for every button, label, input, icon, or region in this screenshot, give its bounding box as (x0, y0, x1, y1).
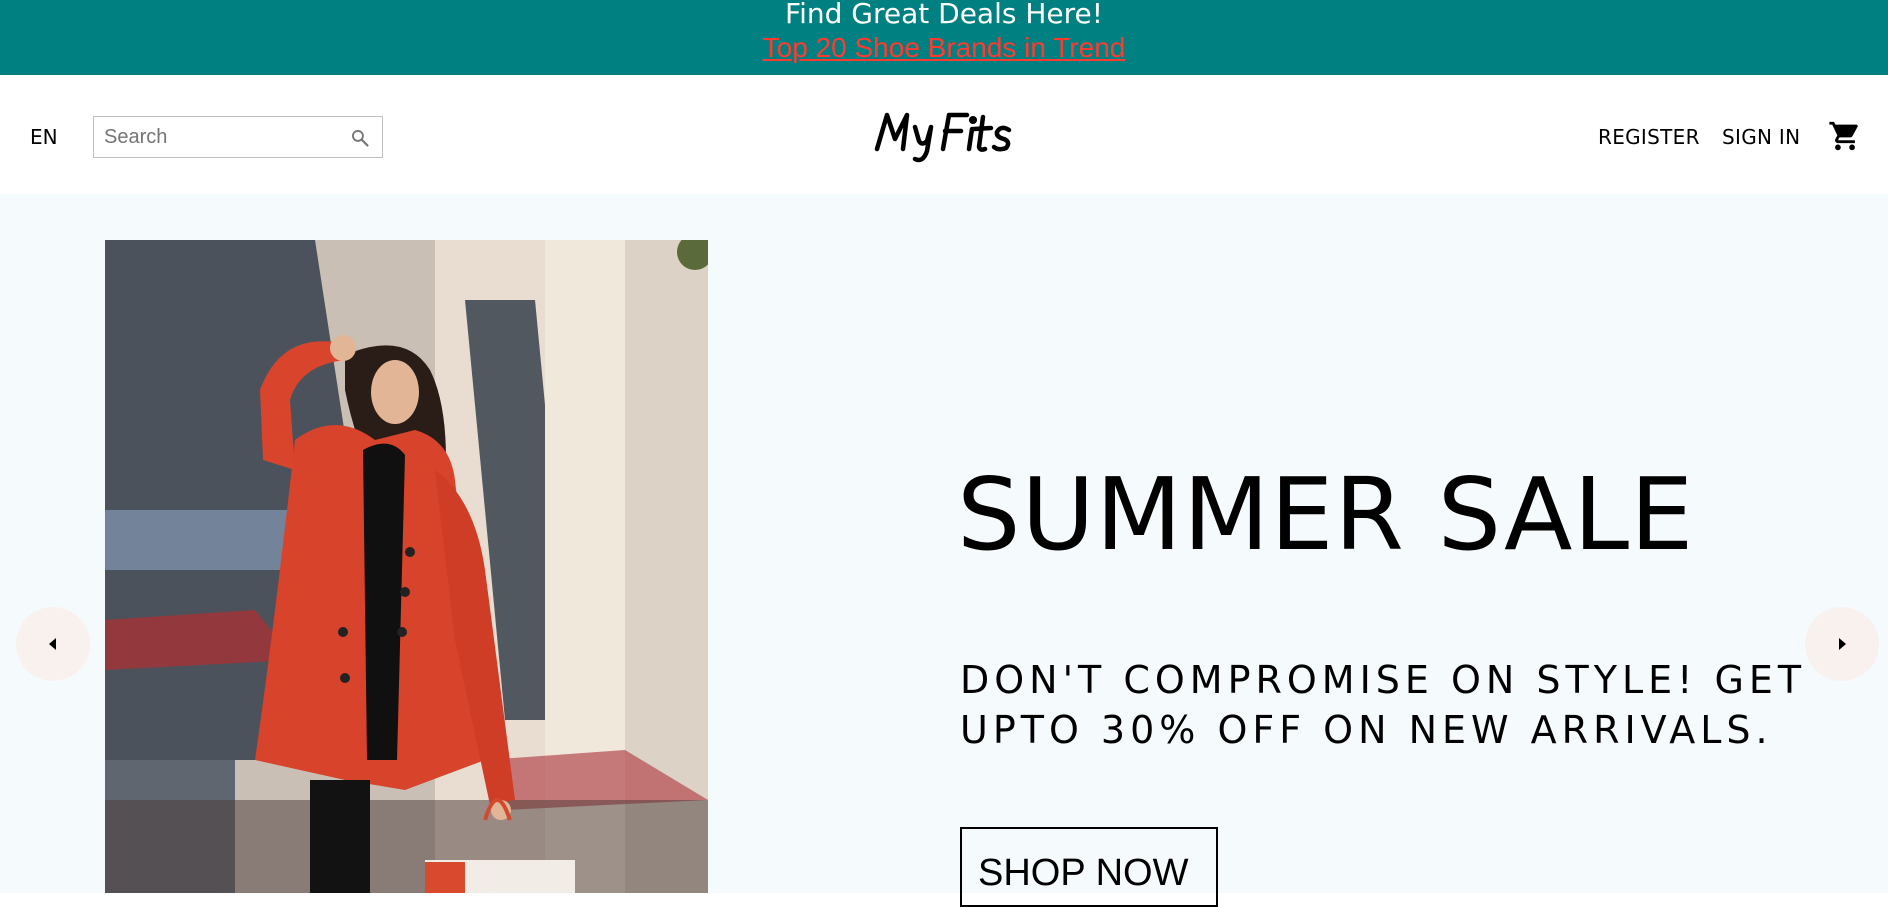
next-slide-button[interactable] (1805, 607, 1879, 681)
search-icon[interactable] (350, 128, 370, 148)
announcement-title: Find Great Deals Here! (785, 0, 1103, 30)
logo-lettering-image (874, 112, 1012, 163)
announcement-link[interactable]: Top 20 Shoe Brands in Trend (0, 30, 1888, 66)
register-link[interactable]: REGISTER (1598, 125, 1700, 149)
arrow-right-icon (1839, 638, 1846, 650)
prev-slide-button[interactable] (16, 607, 90, 681)
search-box (93, 116, 383, 158)
sign-in-link[interactable]: SIGN IN (1722, 125, 1800, 149)
hero-slider: SUMMER SALE DON'T COMPROMISE ON STYLE! G… (0, 194, 1888, 907)
search-input[interactable] (104, 117, 339, 157)
navbar: EN Search REGISTER SIGN IN (0, 75, 1888, 194)
hero-description: DON'T COMPROMISE ON STYLE! GET UPTO 30% … (960, 658, 1807, 752)
shop-now-button[interactable]: SHOP NOW (960, 827, 1218, 907)
hero-title: SUMMER SALE (957, 456, 1695, 573)
announcement-bar: Find Great Deals Here! Top 20 Shoe Brand… (0, 0, 1888, 75)
cart-icon[interactable] (1828, 119, 1862, 153)
language-selector[interactable]: EN (30, 125, 58, 149)
hero-image (105, 240, 708, 893)
arrow-left-icon (49, 638, 56, 650)
woman-red-coat-photo (105, 240, 708, 893)
brand-logo[interactable] (873, 105, 1017, 169)
